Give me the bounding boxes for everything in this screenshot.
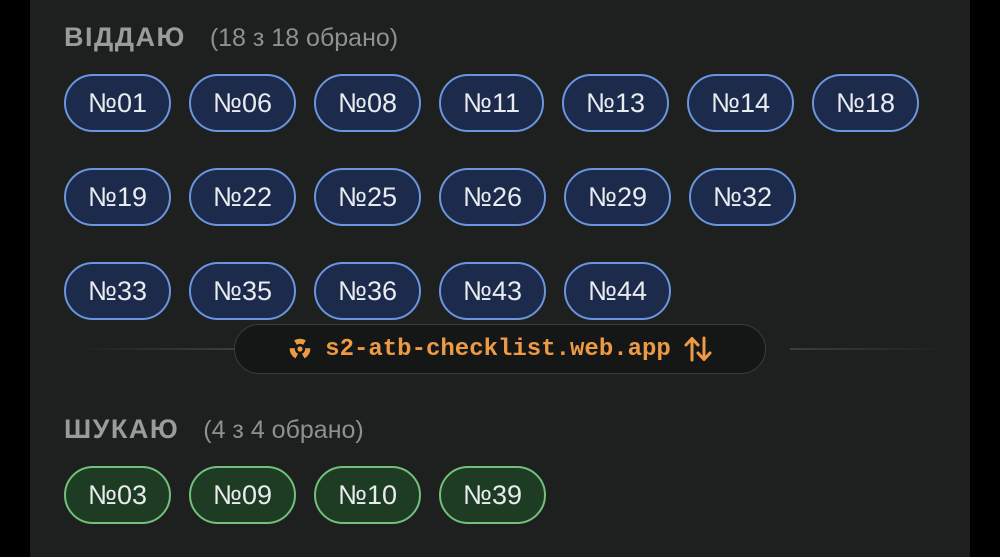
give-chip[interactable]: №44	[564, 262, 671, 320]
give-chip[interactable]: №33	[64, 262, 171, 320]
give-chip[interactable]: №35	[189, 262, 296, 320]
seek-chip[interactable]: №39	[439, 466, 546, 524]
swap-vertical-icon[interactable]	[683, 335, 713, 363]
give-chip[interactable]: №43	[439, 262, 546, 320]
seek-section-title: ШУКАЮ	[64, 414, 180, 444]
seek-selected-count: (4 з 4 обрано)	[203, 416, 364, 444]
give-chip[interactable]: №32	[689, 168, 796, 226]
give-chip[interactable]: №19	[64, 168, 171, 226]
give-chip[interactable]: №18	[812, 74, 919, 132]
seek-section-header: ШУКАЮ (4 з 4 обрано)	[64, 414, 364, 445]
seek-chip[interactable]: №09	[189, 466, 296, 524]
give-chip[interactable]: №22	[189, 168, 296, 226]
seek-chip[interactable]: №03	[64, 466, 171, 524]
give-selected-count: (18 з 18 обрано)	[209, 24, 399, 52]
give-chip[interactable]: №29	[564, 168, 671, 226]
seek-chip-list: №03 №09 №10 №39	[64, 466, 964, 524]
app-link-url[interactable]: s2-atb-checklist.web.app	[325, 336, 671, 363]
seek-chip[interactable]: №10	[314, 466, 421, 524]
divider-right	[790, 348, 950, 350]
give-chip[interactable]: №06	[189, 74, 296, 132]
radiation-icon	[287, 336, 313, 362]
give-chip[interactable]: №36	[314, 262, 421, 320]
give-section-header: ВІДДАЮ (18 з 18 обрано)	[64, 22, 398, 53]
give-chip[interactable]: №14	[687, 74, 794, 132]
sticker-exchange-card: ВІДДАЮ (18 з 18 обрано) №01 №06 №08 №11 …	[30, 0, 970, 557]
give-chip[interactable]: №11	[439, 74, 544, 132]
give-chip[interactable]: №26	[439, 168, 546, 226]
give-chip-list: №01 №06 №08 №11 №13 №14 №18 №19 №22 №25 …	[64, 74, 964, 320]
app-link-pill[interactable]: s2-atb-checklist.web.app	[234, 324, 766, 374]
divider-left	[74, 348, 234, 350]
give-chip[interactable]: №25	[314, 168, 421, 226]
give-chip[interactable]: №13	[562, 74, 669, 132]
give-chip[interactable]: №01	[64, 74, 171, 132]
give-chip[interactable]: №08	[314, 74, 421, 132]
give-section-title: ВІДДАЮ	[64, 22, 186, 52]
